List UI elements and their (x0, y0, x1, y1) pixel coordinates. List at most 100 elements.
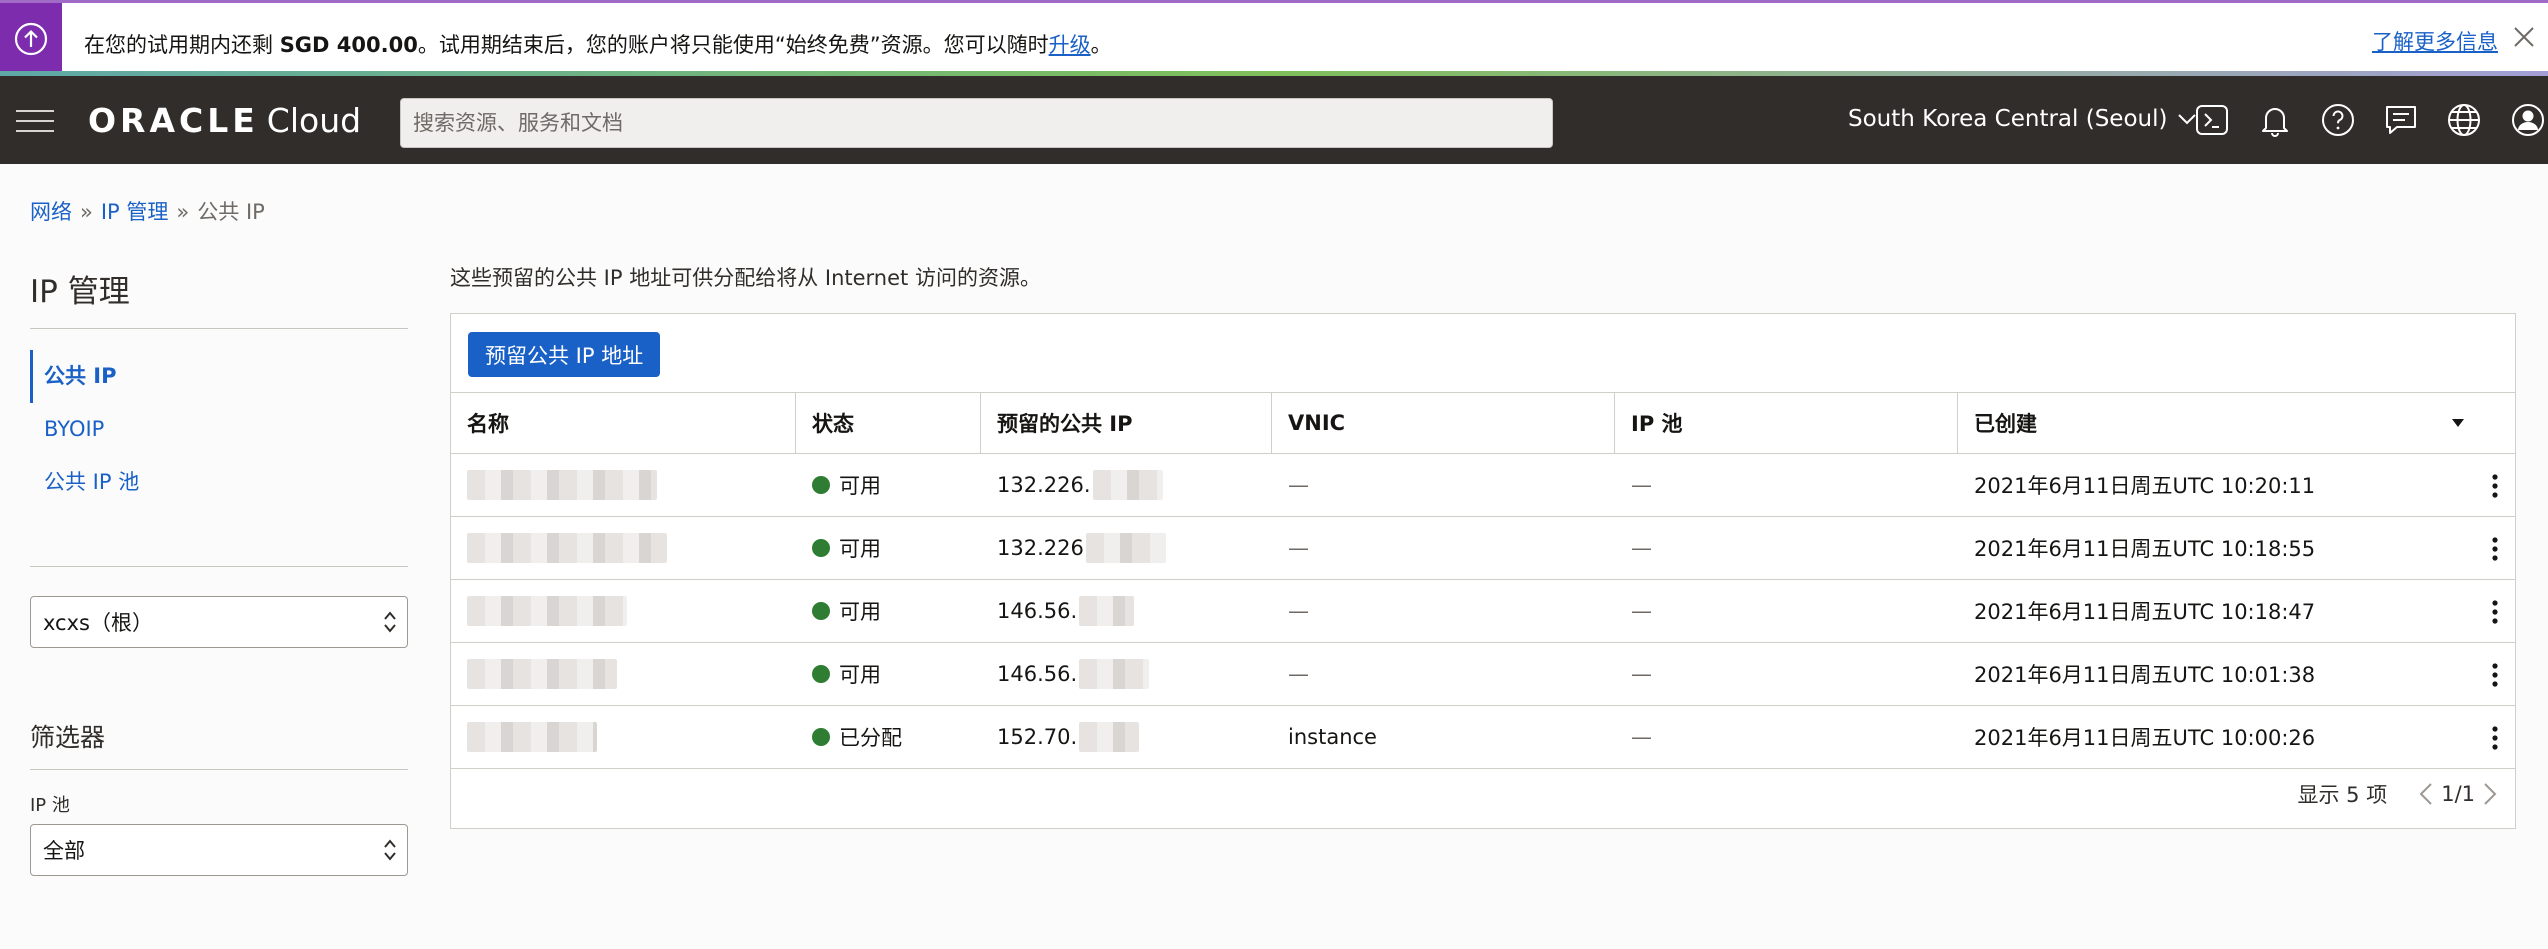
table-header: 名称 状态 预留的公共 IP VNIC IP 池 已创建 (451, 392, 2515, 454)
row-name-redacted[interactable] (451, 580, 796, 642)
row-actions-kebab-icon[interactable] (2485, 724, 2505, 752)
sidebar-item-public-ip-pools[interactable]: 公共 IP 池 (30, 456, 408, 509)
notification-bell-icon[interactable] (2257, 102, 2293, 138)
row-actions-kebab-icon[interactable] (2485, 472, 2505, 500)
row-ip-pool: — (1631, 536, 1652, 560)
sidebar-nav: 公共 IP BYOIP 公共 IP 池 (30, 350, 408, 509)
row-status-text: 可用 (839, 600, 881, 624)
user-profile-icon[interactable] (2510, 102, 2546, 138)
ip-pool-value: 全部 (43, 839, 85, 863)
row-ip-pool: — (1631, 725, 1652, 749)
redacted-name (467, 659, 617, 689)
row-created: 2021年6月11日周五UTC 10:20:11 (1958, 454, 2515, 516)
breadcrumb-separator: » (80, 200, 93, 224)
public-ip-table: 名称 状态 预留的公共 IP VNIC IP 池 已创建 可用 132.226.… (451, 392, 2515, 769)
sidebar-item-byoip[interactable]: BYOIP (30, 403, 408, 456)
trial-amount: SGD 400.00 (279, 33, 418, 57)
row-ip: 132.226 (981, 517, 1272, 579)
row-ip-text: 132.226. (997, 473, 1091, 497)
row-actions-kebab-icon[interactable] (2485, 598, 2505, 626)
row-name-redacted[interactable] (451, 454, 796, 516)
redacted-name (467, 722, 597, 752)
column-header-name[interactable]: 名称 (451, 393, 796, 453)
filter-title: 筛选器 (30, 723, 106, 752)
trial-message: 在您的试用期内还剩 SGD 400.00。试用期结束后，您的账户将只能使用“始终… (84, 29, 1112, 59)
row-status-text: 可用 (839, 474, 881, 498)
upgrade-icon (0, 3, 62, 74)
learn-more-link[interactable]: 了解更多信息 (2372, 26, 2498, 56)
logo-cloud-text: Cloud (266, 100, 362, 140)
row-created-text: 2021年6月11日周五UTC 10:18:47 (1974, 600, 2316, 624)
region-label: South Korea Central (Seoul) (1848, 106, 2168, 132)
row-status-text: 已分配 (839, 726, 902, 750)
logo-oracle-text: ORACLE (88, 100, 259, 140)
region-selector[interactable]: South Korea Central (Seoul) (1848, 106, 2197, 132)
column-header-vnic[interactable]: VNIC (1272, 393, 1615, 453)
pagination: 显示 5 项 1/1 (2297, 774, 2505, 814)
redacted-ip (1079, 659, 1150, 689)
help-icon[interactable] (2320, 102, 2356, 138)
cloud-shell-icon[interactable] (2194, 102, 2230, 138)
row-vnic: — (1288, 473, 1309, 497)
breadcrumb-network[interactable]: 网络 (30, 200, 72, 224)
sort-descending-icon[interactable] (2451, 418, 2465, 428)
row-created-text: 2021年6月11日周五UTC 10:00:26 (1974, 726, 2316, 750)
chevron-left-icon[interactable] (2411, 779, 2441, 809)
row-status: 已分配 (796, 706, 981, 768)
row-created: 2021年6月11日周五UTC 10:18:55 (1958, 517, 2515, 579)
row-ip-text: 132.226 (997, 536, 1084, 560)
search-input[interactable] (400, 98, 1553, 148)
row-name-redacted[interactable] (451, 517, 796, 579)
upgrade-link[interactable]: 升级 (1049, 33, 1091, 57)
select-chevron-icon (384, 839, 396, 861)
breadcrumb-ip-management[interactable]: IP 管理 (101, 200, 169, 224)
hamburger-menu-icon[interactable] (16, 110, 54, 132)
redacted-ip (1079, 722, 1140, 752)
page-description: 这些预留的公共 IP 地址可供分配给将从 Internet 访问的资源。 (450, 266, 1041, 290)
reserve-public-ip-button[interactable]: 预留公共 IP 地址 (468, 332, 661, 377)
redacted-name (467, 470, 657, 500)
row-vnic: — (1288, 662, 1309, 686)
table-row: 可用 146.56. — — 2021年6月11日周五UTC 10:18:47 (451, 580, 2515, 643)
language-globe-icon[interactable] (2446, 102, 2482, 138)
close-icon[interactable] (2508, 21, 2540, 53)
sidebar-title: IP 管理 (30, 274, 130, 310)
oracle-cloud-logo[interactable]: ORACLE Cloud (88, 100, 361, 140)
row-actions-kebab-icon[interactable] (2485, 661, 2505, 689)
trial-banner: 在您的试用期内还剩 SGD 400.00。试用期结束后，您的账户将只能使用“始终… (0, 0, 2548, 76)
column-header-ip-pool[interactable]: IP 池 (1615, 393, 1958, 453)
pagination-summary: 显示 5 项 (2297, 783, 2388, 807)
row-actions-kebab-icon[interactable] (2485, 535, 2505, 563)
row-ip: 146.56. (981, 580, 1272, 642)
column-header-reserved-ip[interactable]: 预留的公共 IP (981, 393, 1272, 453)
trial-text-end: 。 (1090, 33, 1112, 57)
table-row: 可用 132.226 — — 2021年6月11日周五UTC 10:18:55 (451, 517, 2515, 580)
sidebar-item-public-ip[interactable]: 公共 IP (30, 350, 408, 403)
row-created-text: 2021年6月11日周五UTC 10:18:55 (1974, 537, 2316, 561)
compartment-select[interactable]: xcxs（根） (30, 596, 408, 648)
row-vnic: — (1288, 536, 1309, 560)
column-header-created[interactable]: 已创建 (1958, 393, 2515, 453)
row-vnic-link[interactable]: instance (1272, 706, 1615, 768)
status-available-dot-icon (812, 602, 830, 620)
row-vnic: — (1288, 599, 1309, 623)
chevron-right-icon[interactable] (2475, 779, 2505, 809)
chat-icon[interactable] (2383, 102, 2419, 138)
row-created-text: 2021年6月11日周五UTC 10:20:11 (1974, 474, 2316, 498)
row-status: 可用 (796, 517, 981, 579)
row-ip-pool: — (1631, 473, 1652, 497)
pagination-pages: 1/1 (2441, 782, 2475, 806)
table-row: 可用 132.226. — — 2021年6月11日周五UTC 10:20:11 (451, 454, 2515, 517)
divider (30, 566, 408, 567)
row-created: 2021年6月11日周五UTC 10:00:26 (1958, 706, 2515, 768)
row-ip: 132.226. (981, 454, 1272, 516)
ip-pool-filter-label: IP 池 (30, 795, 70, 816)
trial-text-mid: 。试用期结束后，您的账户将只能使用“始终免费”资源。您可以随时 (417, 33, 1049, 57)
row-name-redacted[interactable] (451, 643, 796, 705)
compartment-value: xcxs（根） (43, 611, 153, 635)
ip-pool-select[interactable]: 全部 (30, 824, 408, 876)
row-status-text: 可用 (839, 663, 881, 687)
row-name-redacted[interactable] (451, 706, 796, 768)
table-row: 已分配 152.70. instance — 2021年6月11日周五UTC 1… (451, 706, 2515, 769)
column-header-status[interactable]: 状态 (796, 393, 981, 453)
